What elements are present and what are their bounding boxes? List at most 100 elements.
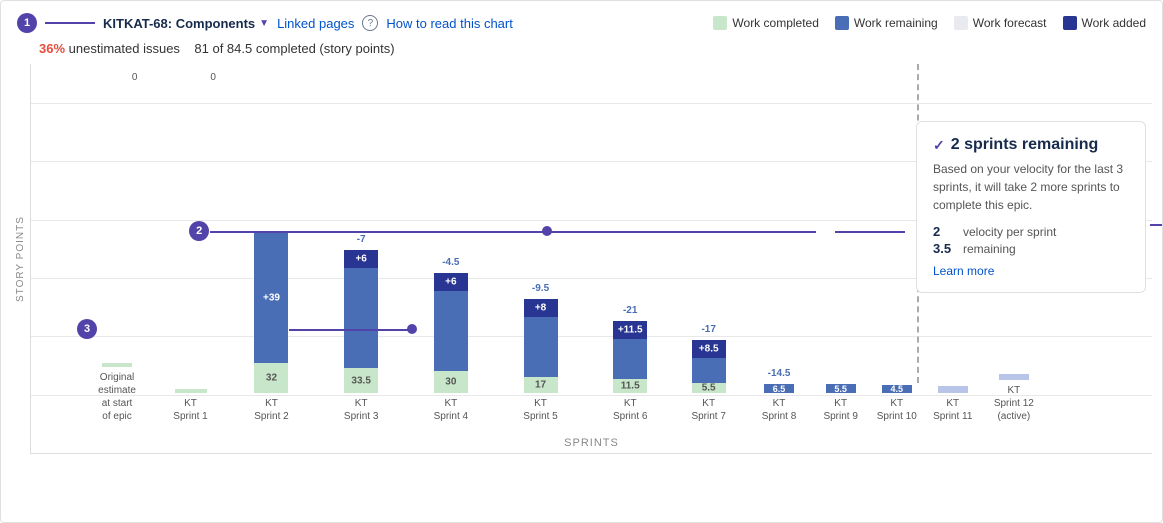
bar-s2-completed-label: 32 [254, 373, 288, 384]
unestimated-label: unestimated issues [69, 41, 180, 56]
bar-sprint12: KTSprint 12(active) [984, 374, 1044, 423]
sprint-label-9: KTSprint 9 [823, 397, 857, 423]
bar-s6-added-label: +11.5 [613, 325, 647, 336]
legend-label-added: Work added [1082, 16, 1146, 30]
bar-s7-added-label: +8.5 [692, 344, 726, 355]
remaining-num: 3.5 [933, 241, 957, 256]
sprint4-neg45: -4.5 [442, 257, 459, 268]
bar-s3-added: +6 [344, 250, 378, 268]
bar-sprint2-stack: 32 +39 [254, 233, 288, 393]
learn-more-link[interactable]: Learn more [933, 264, 1129, 278]
sprint-label-6: KTSprint 6 [613, 397, 647, 423]
sprint-label-8: KTSprint 8 [762, 397, 796, 423]
dropdown-arrow-icon: ▼ [259, 18, 269, 29]
annotation-line-3 [289, 329, 409, 331]
zero-label-2: 0 [210, 72, 216, 83]
info-stat-remaining: 3.5 remaining [933, 241, 1129, 256]
remaining-label: remaining [963, 242, 1016, 256]
bar-sprint5-wrap: -9.5 17 +8 [524, 299, 558, 393]
header-left: 1 KITKAT-68: Components ▼ Linked pages ?… [17, 13, 513, 33]
bar-s9-r-label: 5.5 [826, 384, 856, 394]
bar-s7-added: +8.5 [692, 340, 726, 358]
legend: Work completed Work remaining Work forec… [713, 16, 1146, 30]
legend-label-completed: Work completed [732, 16, 818, 30]
info-box-title: ✓ 2 sprints remaining [933, 136, 1129, 154]
bar-sprint10: 4.5 KTSprint 10 [872, 385, 922, 423]
sprint-label-original: Originalestimateat startof epic [98, 371, 136, 423]
sprint3-neg7: -7 [357, 234, 366, 245]
bar-s4-remaining [434, 291, 468, 371]
bar-original: Originalestimateat startof epic [87, 363, 147, 423]
bar-s2-remaining-label: +39 [254, 293, 288, 304]
sprint7-neg17: -17 [701, 324, 715, 335]
bar-s7-remaining [692, 358, 726, 383]
bar-sprint8-stack: 6.5 [764, 384, 794, 393]
annotation-dot-2 [542, 226, 552, 236]
help-icon[interactable]: ? [362, 15, 378, 31]
bar-s2-completed: 32 [254, 363, 288, 393]
bar-s4-completed: 30 [434, 371, 468, 393]
velocity-num: 2 [933, 224, 957, 239]
bar-s9-remaining: 5.5 [826, 384, 856, 393]
sprint6-neg21: -21 [623, 305, 637, 316]
bar-sprint6-stack: 11.5 +11.5 [613, 321, 647, 393]
linked-pages-link[interactable]: Linked pages [277, 16, 354, 31]
bar-s8-r-label: 6.5 [764, 384, 794, 394]
bar-sprint4-wrap: -4.5 30 +6 [434, 273, 468, 393]
legend-swatch-added [1063, 16, 1077, 30]
sprint-label-5: KTSprint 5 [523, 397, 557, 423]
bar-sprint3-wrap: -7 33.5 +6 [344, 250, 378, 393]
bar-s5-c-label: 17 [524, 380, 558, 391]
bar-original-completed [102, 363, 132, 367]
sprint-label-2: KTSprint 2 [254, 397, 288, 423]
bar-sprint8: -14.5 6.5 KTSprint 8 [754, 384, 804, 423]
bar-sprint3-stack: 33.5 +6 [344, 250, 378, 393]
bar-sprint6-wrap: -21 11.5 +11.5 [613, 321, 647, 393]
bar-s5-added: +8 [524, 299, 558, 317]
bar-sprint4: -4.5 30 +6 KTSprint 4 [423, 273, 478, 423]
bar-s3-added-label: +6 [344, 254, 378, 265]
bar-s7-completed: 5.5 [692, 383, 726, 393]
sprint-label-11: KTSprint 11 [933, 397, 972, 423]
bar-s12-forecast [999, 374, 1029, 380]
sprint8-neg145: -14.5 [768, 368, 791, 379]
bar-sprint6: -21 11.5 +11.5 KTSprint 6 [603, 321, 658, 423]
bar-s10-r-label: 4.5 [882, 384, 912, 394]
bar-sprint5-stack: 17 +8 [524, 299, 558, 393]
check-icon: ✓ [933, 137, 945, 154]
legend-swatch-remaining [835, 16, 849, 30]
bar-s5-added-label: +8 [524, 303, 558, 314]
zero-label-1: 0 [132, 72, 138, 83]
bar-s8-remaining: 6.5 [764, 384, 794, 393]
bar-s7-c-label: 5.5 [692, 383, 726, 394]
legend-item-added: Work added [1063, 16, 1146, 30]
sprint-label-3: KTSprint 3 [344, 397, 378, 423]
annotation-line-2 [210, 231, 815, 233]
info-box-desc: Based on your velocity for the last 3 sp… [933, 160, 1129, 214]
bar-sprint7-wrap: -17 5.5 +8.5 [692, 340, 726, 393]
bar-s3-remaining [344, 268, 378, 368]
main-container: 1 KITKAT-68: Components ▼ Linked pages ?… [0, 0, 1163, 523]
bar-s4-c-label: 30 [434, 377, 468, 388]
bar-s6-c-label: 11.5 [613, 381, 647, 392]
bar-sprint11-stack [938, 386, 968, 393]
bar-s2-remaining: +39 [254, 233, 288, 363]
legend-label-remaining: Work remaining [854, 16, 938, 30]
bar-sprint7-stack: 5.5 +8.5 [692, 340, 726, 393]
bar-sprint10-stack: 4.5 [882, 385, 912, 393]
how-to-link[interactable]: How to read this chart [386, 16, 512, 31]
bar-original-stack [102, 363, 132, 367]
bar-sprint8-wrap: -14.5 6.5 [764, 384, 794, 393]
annotation-dot-3 [407, 324, 417, 334]
bar-s10-remaining: 4.5 [882, 385, 912, 393]
bar-s4-added-label: +6 [434, 277, 468, 288]
bar-sprint11: KTSprint 11 [928, 386, 978, 423]
sprint-selector-label: KITKAT-68: Components [103, 16, 255, 31]
sprint-selector[interactable]: KITKAT-68: Components ▼ [103, 16, 269, 31]
bar-s4-added: +6 [434, 273, 468, 291]
bar-sprint1-stack [175, 389, 207, 393]
bar-s6-completed: 11.5 [613, 379, 647, 393]
sprint-label-12: KTSprint 12(active) [994, 384, 1034, 423]
info-stat-velocity: 2 velocity per sprint [933, 224, 1129, 239]
annotation-3: 3 [77, 319, 97, 339]
